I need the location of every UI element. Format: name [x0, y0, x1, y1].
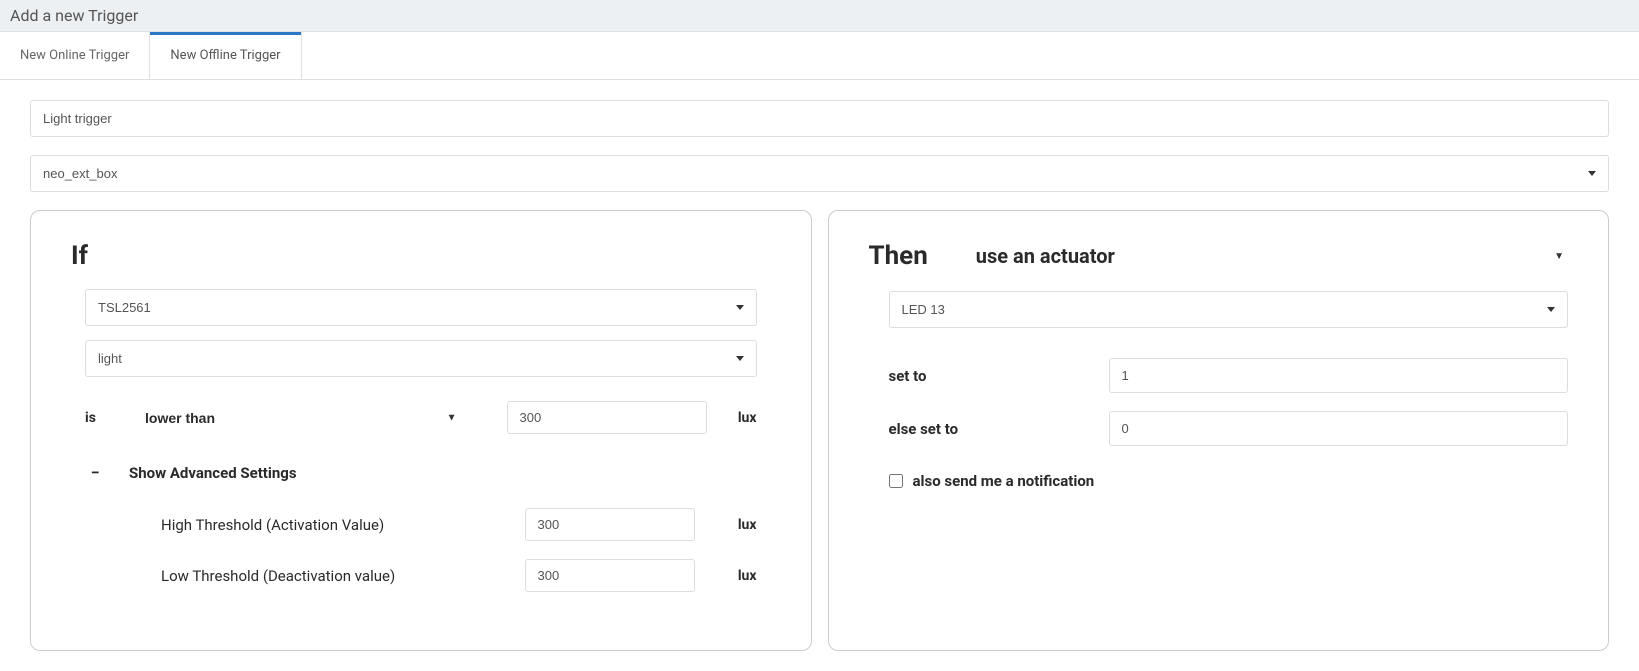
tab-new-online-trigger[interactable]: New Online Trigger	[0, 32, 150, 79]
tabs: New Online Trigger New Offline Trigger	[0, 32, 1639, 80]
is-label: is	[85, 410, 145, 426]
low-threshold-unit: lux	[715, 568, 757, 584]
collapse-icon: −	[85, 465, 105, 481]
set-to-input[interactable]	[1109, 358, 1569, 393]
high-threshold-unit: lux	[715, 517, 757, 533]
sensor-select[interactable]: TSL2561	[85, 289, 757, 326]
set-to-row: set to	[889, 358, 1569, 393]
low-threshold-input[interactable]	[525, 559, 695, 592]
then-inner: LED 13 set to else set to also send me a…	[869, 291, 1569, 490]
low-threshold-label: Low Threshold (Deactivation value)	[161, 567, 525, 585]
operator-select[interactable]: lower than	[145, 402, 477, 434]
threshold-input[interactable]	[507, 401, 707, 434]
operator-wrap: lower than ▼	[145, 402, 477, 434]
if-panel: If TSL2561 light is lower than ▼	[30, 210, 812, 651]
content-area: neo_ext_box If TSL2561 light is lower th…	[0, 80, 1639, 671]
high-threshold-label: High Threshold (Activation Value)	[161, 516, 525, 534]
if-title: If	[71, 241, 771, 271]
notify-label: also send me a notification	[913, 472, 1095, 490]
then-panel: Then use an actuator ▼ LED 13 set to els…	[828, 210, 1610, 651]
else-set-to-label: else set to	[889, 420, 1109, 438]
high-threshold-input[interactable]	[525, 508, 695, 541]
else-set-to-row: else set to	[889, 411, 1569, 446]
threshold-unit: lux	[715, 410, 757, 426]
then-title-row: Then use an actuator ▼	[869, 241, 1569, 271]
trigger-name-input[interactable]	[30, 100, 1609, 137]
actuator-select[interactable]: LED 13	[889, 291, 1569, 328]
advanced-toggle[interactable]: − Show Advanced Settings	[85, 464, 757, 482]
then-title: Then	[869, 241, 928, 271]
else-set-to-input[interactable]	[1109, 411, 1569, 446]
if-inner: TSL2561 light is lower than ▼ lux	[71, 289, 771, 592]
set-to-label: set to	[889, 367, 1109, 385]
notify-row: also send me a notification	[889, 472, 1569, 490]
panels-row: If TSL2561 light is lower than ▼	[30, 210, 1609, 651]
device-select[interactable]: neo_ext_box	[30, 155, 1609, 192]
metric-select[interactable]: light	[85, 340, 757, 377]
page-title: Add a new Trigger	[0, 0, 1639, 32]
condition-row: is lower than ▼ lux	[85, 401, 757, 434]
tab-new-offline-trigger[interactable]: New Offline Trigger	[150, 32, 301, 79]
low-threshold-row: Low Threshold (Deactivation value) lux	[85, 559, 757, 592]
high-threshold-row: High Threshold (Activation Value) lux	[85, 508, 757, 541]
notify-checkbox[interactable]	[889, 474, 903, 488]
then-subtitle: use an actuator	[976, 244, 1115, 268]
chevron-down-icon[interactable]: ▼	[1554, 251, 1568, 262]
advanced-label: Show Advanced Settings	[129, 464, 297, 482]
